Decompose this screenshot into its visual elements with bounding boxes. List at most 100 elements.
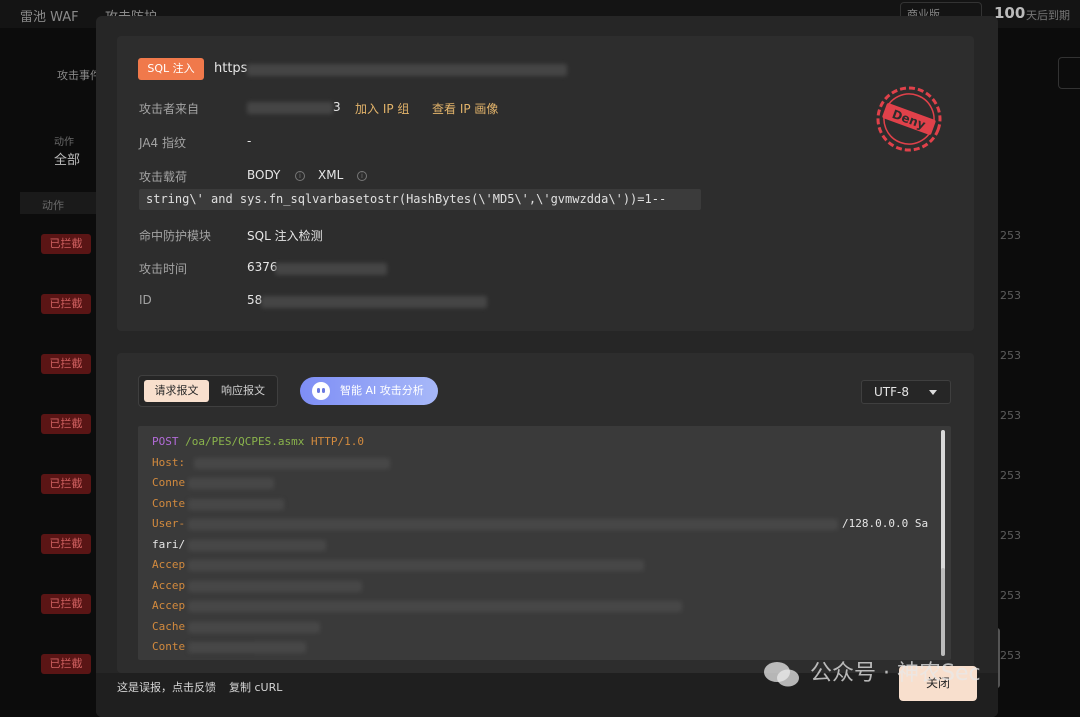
breadcrumb-root[interactable]: 雷池 WAF — [20, 6, 79, 25]
redacted-value — [188, 478, 274, 489]
redacted-value — [188, 560, 644, 571]
header-line: Accep — [152, 576, 937, 597]
redacted-value — [188, 539, 326, 551]
id-value: 58 — [247, 293, 263, 307]
row-number: 253 — [1000, 649, 1021, 662]
copy-curl-link[interactable]: 复制 cURL — [229, 679, 282, 695]
status-badge: 已拦截 — [41, 414, 91, 434]
header-name: Conte — [152, 496, 186, 510]
ai-analysis-label: 智能 AI 攻击分析 — [340, 384, 424, 397]
redacted-url — [247, 64, 567, 76]
user-agent-cont: fari/ — [152, 537, 186, 551]
redacted-time — [275, 263, 387, 275]
header-line: Accep — [152, 596, 937, 617]
header-name: User- — [152, 517, 186, 530]
user-agent-tail: /128.0.0.0 Sa — [842, 517, 929, 530]
payload-label: 攻击载荷 — [139, 170, 188, 184]
redacted-value — [188, 519, 838, 530]
attack-type-tag: SQL 注入 — [138, 58, 204, 80]
redacted-id — [261, 296, 487, 308]
attack-url: https — [214, 61, 248, 76]
ai-analysis-button[interactable]: 智能 AI 攻击分析 — [300, 377, 438, 405]
status-badge: 已拦截 — [41, 474, 91, 494]
header-line: Accep — [152, 555, 937, 576]
header-line: fari/ — [152, 535, 937, 556]
header-name: Accep — [152, 599, 186, 612]
ai-bot-icon — [312, 382, 330, 400]
redacted-value — [194, 457, 390, 469]
row-number: 253 — [1000, 529, 1021, 542]
row-number: 253 — [1000, 289, 1021, 302]
ja4-label: JA4 指纹 — [139, 136, 186, 150]
status-badge: 已拦截 — [41, 294, 91, 314]
time-value: 6376 — [247, 260, 278, 274]
license-days-suffix: 天后到期 — [1026, 9, 1070, 22]
redacted-value — [188, 601, 682, 612]
request-line: POST /oa/PES/QCPES.asmx HTTP/1.0 — [152, 432, 937, 453]
watermark-text: 公众号 · 神农Sec — [810, 661, 981, 686]
info-icon[interactable]: i — [295, 171, 305, 181]
deny-stamp-icon: Deny — [876, 86, 942, 152]
table-header-action: 动作 — [42, 199, 64, 212]
header-name: Accep — [152, 558, 186, 571]
request-card: 请求报文 响应报文 智能 AI 攻击分析 UTF-8 POST /oa/PES/… — [117, 353, 974, 673]
header-name: Accep — [152, 578, 186, 592]
header-name: Conne — [152, 476, 186, 489]
module-value: SQL 注入检测 — [247, 229, 323, 243]
view-ip-profile-link[interactable]: 查看 IP 画像 — [432, 100, 498, 117]
status-badge: 已拦截 — [41, 654, 91, 674]
row-number: 253 — [1000, 409, 1021, 422]
http-protocol: HTTP/1.0 — [310, 435, 364, 448]
payload-location: BODY — [247, 168, 281, 182]
license-days-count: 100 — [994, 4, 1026, 22]
attack-info-card: SQL 注入 https 攻击者来自 3 加入 IP 组 查看 IP 画像 JA… — [117, 36, 974, 331]
row-number: 253 — [1000, 229, 1021, 242]
row-number: 253 — [1000, 349, 1021, 362]
header-line: Cache — [152, 617, 937, 638]
module-label: 命中防护模块 — [139, 229, 212, 243]
filter-action-label: 动作 — [54, 137, 74, 148]
status-badge: 已拦截 — [41, 534, 91, 554]
id-label: ID — [139, 293, 152, 307]
message-tabs: 请求报文 响应报文 — [138, 375, 278, 407]
tab-attack-events[interactable]: 攻击事件 — [57, 67, 101, 83]
filter-action-select[interactable]: 全部 — [54, 149, 80, 168]
http-path: /oa/PES/QCPES.asmx — [185, 435, 305, 448]
header-name: Host: — [152, 455, 186, 469]
row-number: 253 — [1000, 589, 1021, 602]
add-ip-group-link[interactable]: 加入 IP 组 — [355, 100, 409, 117]
encoding-value: UTF-8 — [874, 385, 909, 399]
wechat-logo-icon — [764, 662, 799, 687]
payload-code: string\' and sys.fn_sqlvarbasetostr(Hash… — [139, 189, 701, 210]
redacted-value — [188, 498, 284, 510]
attacker-location: 3 — [333, 100, 341, 114]
request-message: POST /oa/PES/QCPES.asmx HTTP/1.0 Host: C… — [138, 426, 951, 660]
status-badge: 已拦截 — [41, 594, 91, 614]
attacker-label: 攻击者来自 — [139, 102, 200, 116]
redacted-value — [188, 642, 306, 653]
header-name: Cache — [152, 619, 186, 633]
header-line: User- /128.0.0.0 Sa — [152, 514, 937, 535]
tab-request[interactable]: 请求报文 — [144, 380, 209, 402]
header-name: Conte — [152, 640, 186, 653]
encoding-select[interactable]: UTF-8 — [861, 380, 951, 404]
payload-format: XML — [318, 168, 344, 182]
row-number: 253 — [1000, 469, 1021, 482]
redacted-value — [188, 580, 362, 592]
code-scrollbar-thumb[interactable] — [941, 568, 945, 656]
header-line: Conne — [152, 473, 937, 494]
status-badge: 已拦截 — [41, 234, 91, 254]
report-false-positive-link[interactable]: 这是误报，点击反馈 — [117, 679, 216, 695]
status-badge: 已拦截 — [41, 354, 91, 374]
redacted-value — [188, 621, 320, 633]
tab-response[interactable]: 响应报文 — [213, 380, 273, 402]
chevron-down-icon — [929, 390, 937, 395]
http-method: POST — [152, 435, 179, 448]
ja4-value: - — [247, 134, 252, 148]
time-label: 攻击时间 — [139, 262, 188, 276]
bg-toolbar-button[interactable] — [1058, 57, 1080, 89]
header-line: Host: — [152, 453, 937, 474]
attack-detail-modal: SQL 注入 https 攻击者来自 3 加入 IP 组 查看 IP 画像 JA… — [96, 16, 998, 717]
info-icon[interactable]: i — [357, 171, 367, 181]
header-line: Conte — [152, 494, 937, 515]
